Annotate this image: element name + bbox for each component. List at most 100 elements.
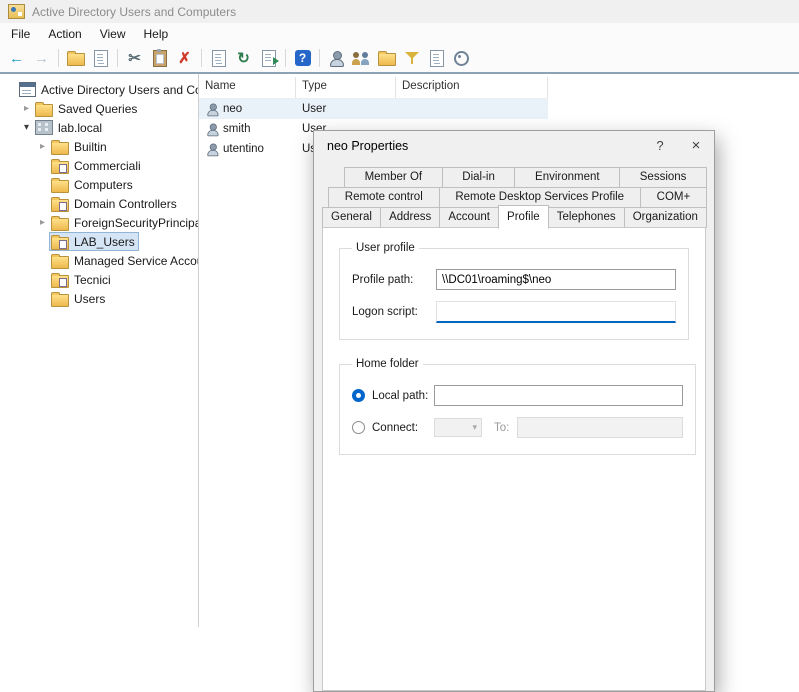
logon-script-input[interactable] [436, 301, 676, 323]
tree-item-domain-controllers[interactable]: Domain Controllers [0, 194, 198, 213]
chevron-collapsed-icon[interactable]: ▸ [36, 141, 49, 152]
tab-account[interactable]: Account [439, 207, 499, 228]
properties-icon-glyph [212, 50, 226, 67]
export-list-icon-glyph [262, 50, 276, 67]
back-icon[interactable]: ← [5, 46, 28, 70]
back-icon-glyph: ← [9, 51, 24, 66]
profile-path-input[interactable] [436, 269, 676, 290]
dialog-title: neo Properties [314, 139, 642, 153]
filter-icon[interactable] [400, 46, 423, 70]
domain-icon [35, 120, 53, 135]
tab-address[interactable]: Address [380, 207, 440, 228]
tree-item-builtin[interactable]: ▸ Builtin [0, 137, 198, 156]
home-folder-group: Home folder Local path: Connect: ▾ To: [339, 358, 696, 455]
menu-item-view[interactable]: View [91, 25, 135, 43]
forward-icon[interactable]: → [30, 46, 53, 70]
tree-item-label: Active Directory Users and Com [41, 83, 199, 97]
tab-remote-control[interactable]: Remote control [328, 187, 440, 208]
forward-icon-glyph: → [34, 51, 49, 66]
tree-item-computers[interactable]: Computers [0, 175, 198, 194]
new-user-icon[interactable] [325, 46, 348, 70]
export-list-icon[interactable] [257, 46, 280, 70]
drive-letter-dropdown[interactable]: ▾ [434, 418, 482, 437]
new-group-icon-glyph [352, 51, 371, 66]
console-tree[interactable]: Active Directory Users and Com ▸Saved Que… [0, 74, 199, 627]
paste-icon[interactable] [148, 46, 171, 70]
local-path-input[interactable] [434, 385, 683, 406]
tree-item-commerciali[interactable]: Commerciali [0, 156, 198, 175]
chevron-down-icon: ▾ [472, 422, 477, 433]
tree-item-active-directory-users-and-com[interactable]: Active Directory Users and Com [0, 80, 198, 99]
chevron-expanded-icon[interactable]: ▾ [20, 122, 33, 133]
tree-item-lab-users[interactable]: LAB_Users [0, 232, 198, 251]
column-header-type[interactable]: Type [296, 77, 396, 98]
refresh-icon[interactable]: ↻ [232, 46, 255, 70]
find-icon[interactable] [425, 46, 448, 70]
tree-item-tecnici[interactable]: Tecnici [0, 270, 198, 289]
show-console-tree-icon[interactable] [64, 46, 87, 70]
new-ou-icon-glyph [378, 53, 396, 66]
tree-item-label: Builtin [74, 140, 107, 154]
profile-tab-page: User profile Profile path: Logon script:… [322, 227, 706, 691]
column-header-name[interactable]: Name [199, 77, 296, 98]
window-title: Active Directory Users and Computers [32, 5, 236, 19]
list-row-neo[interactable]: neoUser [199, 99, 548, 119]
menu-item-action[interactable]: Action [39, 25, 90, 43]
new-group-icon[interactable] [350, 46, 373, 70]
user-icon [207, 103, 219, 115]
dialog-close-button[interactable]: × [678, 131, 714, 161]
tree-item-lab-local[interactable]: ▾lab.local [0, 118, 198, 137]
profile-path-label: Profile path: [352, 274, 436, 286]
folder-icon [51, 218, 69, 231]
toolbar-separator [201, 49, 202, 67]
dialog-help-button[interactable]: ? [642, 131, 678, 161]
delete-icon[interactable]: ✗ [173, 46, 196, 70]
connect-radio[interactable] [352, 421, 365, 434]
up-one-level-icon[interactable] [89, 46, 112, 70]
tab-telephones[interactable]: Telephones [548, 207, 625, 228]
new-ou-icon[interactable] [375, 46, 398, 70]
ou-icon [51, 237, 69, 250]
tree-item-managed-service-accoun[interactable]: Managed Service Accoun [0, 251, 198, 270]
advanced-icon[interactable] [450, 46, 473, 70]
tree-item-saved-queries[interactable]: ▸Saved Queries [0, 99, 198, 118]
up-one-level-icon-glyph [94, 50, 108, 67]
cut-icon[interactable]: ✂ [123, 46, 146, 70]
tree-item-label: Commerciali [74, 159, 141, 173]
tab-profile[interactable]: Profile [498, 205, 549, 229]
tab-member-of[interactable]: Member Of [344, 167, 443, 188]
tab-environment[interactable]: Environment [514, 167, 620, 188]
properties-icon[interactable] [207, 46, 230, 70]
tree-selection: LAB_Users [49, 232, 139, 251]
tab-dial-in[interactable]: Dial-in [442, 167, 516, 188]
tab-general[interactable]: General [322, 207, 381, 228]
dialog-title-bar[interactable]: neo Properties ? × [314, 131, 714, 161]
app-icon [8, 4, 25, 19]
tree-item-users[interactable]: Users [0, 289, 198, 308]
menu-item-help[interactable]: Help [135, 25, 178, 43]
folder-icon [35, 104, 53, 117]
home-folder-group-label: Home folder [352, 358, 423, 370]
connect-path-input[interactable] [517, 417, 683, 438]
tree-item-label: Tecnici [74, 273, 111, 287]
logon-script-label: Logon script: [352, 306, 436, 318]
help-icon-glyph: ? [295, 50, 311, 66]
find-icon-glyph [430, 50, 444, 67]
tab-sessions[interactable]: Sessions [619, 167, 707, 188]
menu-bar: FileActionViewHelp [0, 23, 799, 44]
menu-item-file[interactable]: File [2, 25, 39, 43]
user-profile-group: User profile Profile path: Logon script: [339, 242, 689, 340]
tree-item-foreignsecurityprincipals[interactable]: ▸ForeignSecurityPrincipals [0, 213, 198, 232]
ou-icon [51, 161, 69, 174]
chevron-collapsed-icon[interactable]: ▸ [20, 103, 33, 114]
local-path-radio[interactable] [352, 389, 365, 402]
help-icon[interactable]: ? [291, 46, 314, 70]
folder-icon [51, 294, 69, 307]
chevron-collapsed-icon[interactable]: ▸ [36, 217, 49, 228]
column-header-description[interactable]: Description [396, 77, 548, 98]
tab-organization[interactable]: Organization [624, 207, 707, 228]
tab-com[interactable]: COM+ [640, 187, 707, 208]
delete-icon-glyph: ✗ [178, 51, 191, 66]
refresh-icon-glyph: ↻ [237, 51, 250, 66]
dialog-tabs: Member OfDial-inEnvironmentSessions Remot… [314, 161, 714, 228]
